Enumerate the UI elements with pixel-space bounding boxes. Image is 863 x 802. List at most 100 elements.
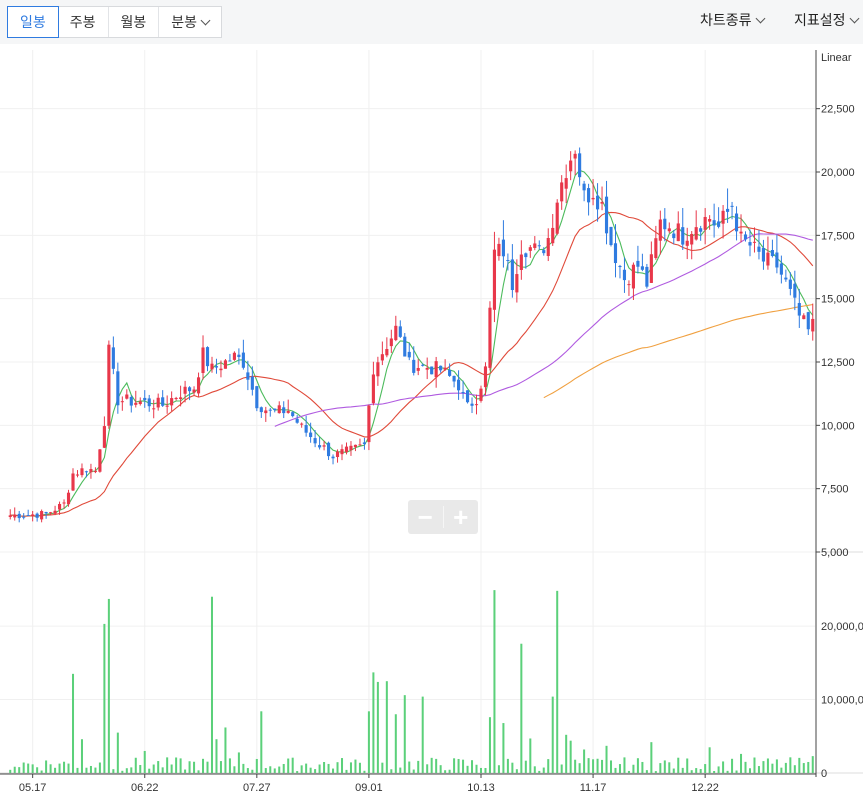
stock-chart[interactable]: Linear 5,000 7,500 10,000 12,500 15,000 17,500… (0, 44, 863, 802)
candle (555, 199, 559, 236)
candle (797, 288, 801, 328)
candle (578, 147, 582, 186)
tab-minute[interactable]: 분봉 (159, 7, 221, 37)
candle-body (201, 347, 205, 374)
volume-bar (358, 762, 361, 773)
candle-body (407, 351, 411, 358)
candle (214, 358, 219, 374)
volume-bar (58, 763, 61, 773)
candle-body (672, 233, 676, 239)
candle-body (775, 252, 779, 268)
candle-body (89, 469, 93, 473)
candle (111, 336, 115, 375)
volume-bar (260, 711, 263, 773)
candle-body (385, 349, 389, 356)
candle-body (461, 392, 465, 394)
candle-body (578, 153, 582, 178)
zoom-out-button[interactable]: − (408, 500, 443, 534)
candle (443, 359, 447, 371)
candle (156, 393, 160, 411)
volume-bar (224, 727, 227, 773)
candle (367, 404, 371, 451)
candle (295, 415, 299, 424)
candle-body (161, 397, 165, 406)
candle (488, 301, 492, 371)
price-tick-label: 7,500 (821, 484, 849, 496)
volume-bar (354, 759, 357, 773)
candle-body (779, 263, 783, 275)
volume-bar (291, 757, 294, 773)
candle (618, 264, 622, 279)
candle-body (739, 231, 743, 234)
candle (71, 468, 75, 492)
chevron-down-icon (849, 13, 859, 24)
tab-monthly[interactable]: 월봉 (109, 7, 160, 37)
candle-body (501, 239, 505, 257)
volume-bar (618, 764, 621, 773)
tab-daily[interactable]: 일봉 (7, 6, 59, 38)
volume-bar (668, 762, 671, 773)
candle-body (528, 247, 532, 251)
candle-body (250, 376, 254, 390)
candle (582, 180, 586, 202)
zoom-in-button[interactable]: + (444, 500, 479, 534)
candle-body (102, 426, 106, 448)
chart-type-menu[interactable]: 차트종류 (700, 10, 765, 30)
volume-bar (784, 762, 787, 773)
candle (793, 270, 797, 311)
volume-bar (524, 760, 527, 773)
candle-body (214, 366, 219, 368)
candle (564, 164, 568, 204)
tab-weekly[interactable]: 주봉 (58, 7, 109, 37)
volume-bar (444, 770, 447, 773)
candle (125, 389, 129, 400)
candle-body (488, 307, 492, 368)
candle-body (560, 182, 564, 202)
candle (259, 406, 263, 418)
candle-body (533, 243, 537, 248)
candle (649, 241, 653, 283)
volume-bar (453, 758, 456, 773)
chart-axes: Linear 5,000 7,500 10,000 12,500 15,000 17,500… (0, 50, 863, 794)
candle (318, 436, 322, 450)
volume-bar (569, 740, 572, 773)
candle-body (412, 359, 416, 373)
indicator-settings-menu[interactable]: 지표설정 (794, 10, 859, 30)
candle-body (721, 210, 725, 224)
volume-bar (538, 770, 541, 773)
volume-bar (556, 590, 559, 773)
candle (102, 416, 106, 449)
candle-body (649, 254, 653, 283)
volume-bar (574, 759, 577, 773)
price-tick-label: 22,500 (821, 104, 855, 116)
volume-bar (735, 770, 738, 773)
candle (465, 390, 470, 404)
candle-body (694, 227, 698, 240)
candle-body (645, 266, 649, 287)
candle (389, 329, 393, 353)
candle-body (551, 227, 555, 244)
candle (134, 390, 138, 408)
volume-bar (726, 770, 729, 773)
candle-body (770, 250, 774, 257)
price-tick-label: 12,500 (821, 357, 855, 369)
volume-bar (67, 763, 70, 773)
volume-bar (722, 761, 725, 773)
candle-body (506, 260, 510, 262)
candle (528, 244, 532, 258)
volume-bar (175, 757, 178, 773)
candle-body (690, 233, 694, 245)
candle-body (147, 398, 151, 407)
candle-body (219, 368, 223, 371)
volume-bar (215, 739, 218, 773)
candlestick-series (8, 147, 815, 523)
candle (255, 385, 259, 412)
candle-body (273, 408, 277, 411)
price-tick-label: 15,000 (821, 294, 855, 306)
candle (690, 231, 694, 260)
candle (75, 470, 80, 478)
volume-bar (31, 764, 34, 773)
candle-body (465, 390, 470, 403)
volume-bar (273, 768, 276, 773)
volume-bar (9, 769, 12, 773)
